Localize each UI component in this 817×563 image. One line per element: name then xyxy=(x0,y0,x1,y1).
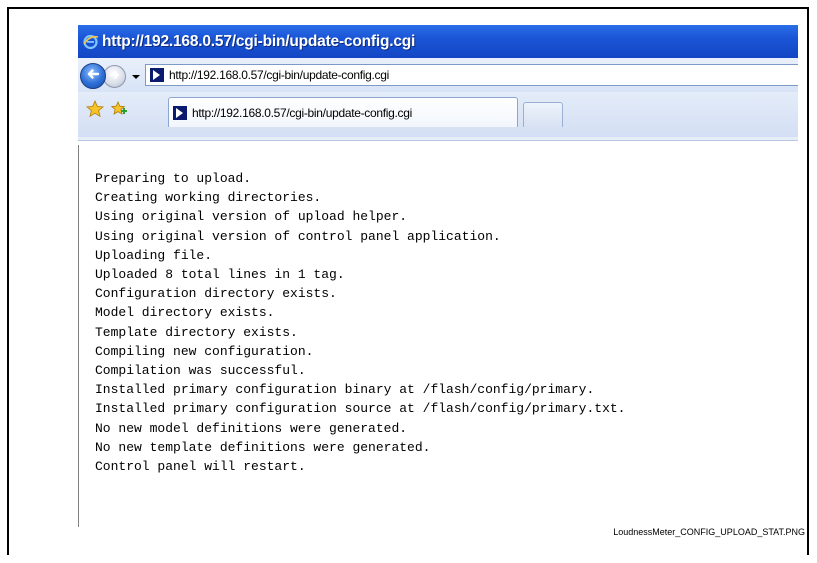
output-line: Using original version of upload helper. xyxy=(95,209,408,225)
add-favorites-icon[interactable] xyxy=(110,100,128,118)
tab-page-icon xyxy=(172,105,188,121)
output-line: Installed primary configuration binary a… xyxy=(95,382,595,398)
output-line: Template directory exists. xyxy=(95,324,298,340)
back-button[interactable] xyxy=(80,63,106,89)
tab-label: http://192.168.0.57/cgi-bin/update-confi… xyxy=(192,105,412,120)
output-line: No new template definitions were generat… xyxy=(95,439,431,455)
star-icon[interactable] xyxy=(86,99,104,118)
window-title: http://192.168.0.57/cgi-bin/update-confi… xyxy=(102,32,416,50)
forward-arrow-icon xyxy=(109,68,121,86)
tab-active[interactable]: http://192.168.0.57/cgi-bin/update-confi… xyxy=(168,97,518,127)
figure-caption: LoudnessMeter_CONFIG_UPLOAD_STAT.PNG xyxy=(613,527,805,537)
output-line: Creating working directories. xyxy=(95,190,322,206)
output-line: Compiling new configuration. xyxy=(95,343,314,359)
output-line: Installed primary configuration source a… xyxy=(95,401,626,417)
output-line: No new model definitions were generated. xyxy=(95,420,408,436)
address-input[interactable]: http://192.168.0.57/cgi-bin/update-confi… xyxy=(169,68,389,82)
navigation-bar: http://192.168.0.57/cgi-bin/update-confi… xyxy=(78,58,798,92)
page-icon xyxy=(149,67,165,83)
tab-separator xyxy=(78,137,798,141)
output-line: Uploading file. xyxy=(95,247,213,263)
output-line: Model directory exists. xyxy=(95,305,275,321)
history-dropdown-button[interactable] xyxy=(131,71,141,81)
upload-status-output: Preparing to upload. Creating working di… xyxy=(95,169,626,476)
title-bar[interactable]: http://192.168.0.57/cgi-bin/update-confi… xyxy=(78,25,798,58)
tab-bar: http://192.168.0.57/cgi-bin/update-confi… xyxy=(78,92,798,141)
output-line: Preparing to upload. xyxy=(95,171,252,186)
address-bar[interactable]: http://192.168.0.57/cgi-bin/update-confi… xyxy=(145,64,798,86)
output-line: Configuration directory exists. xyxy=(95,286,337,302)
output-line: Uploaded 8 total lines in 1 tag. xyxy=(95,267,345,283)
new-tab-button[interactable] xyxy=(523,102,563,127)
back-arrow-icon xyxy=(86,67,100,86)
page-content: Preparing to upload. Creating working di… xyxy=(78,145,798,527)
output-line: Control panel will restart. xyxy=(95,459,306,475)
browser-window: http://192.168.0.57/cgi-bin/update-confi… xyxy=(78,25,798,527)
output-line: Using original version of control panel … xyxy=(95,228,501,244)
ie-icon xyxy=(82,33,99,50)
output-line: Compilation was successful. xyxy=(95,363,306,379)
forward-button[interactable] xyxy=(103,65,126,88)
chevron-down-icon xyxy=(132,67,140,85)
